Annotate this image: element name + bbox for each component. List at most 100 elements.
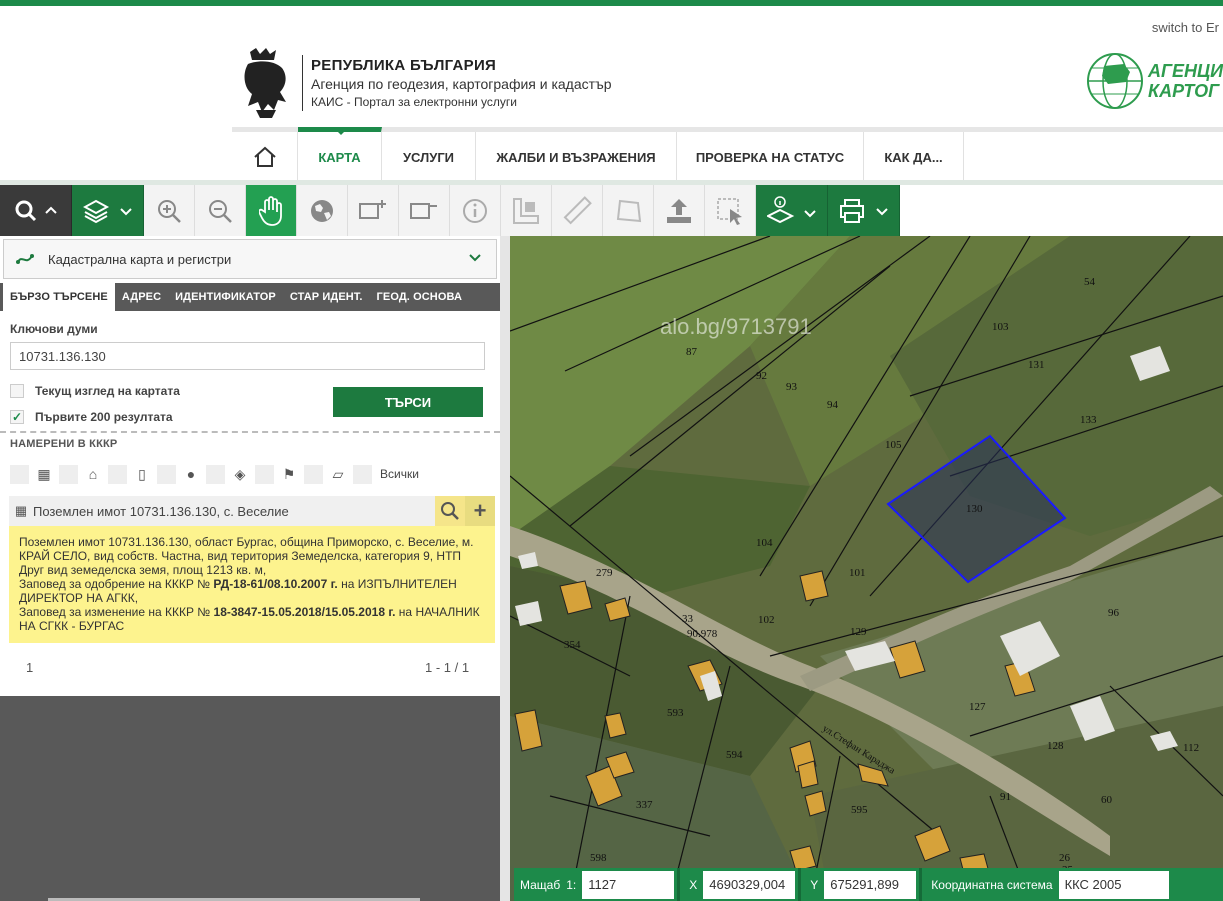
result-header[interactable]: ▦ Поземлен имот 10731.136.130, с. Весели… (9, 496, 495, 526)
result-amendment-order: Заповед за изменение на КККР № 18-3847-1… (19, 605, 480, 633)
zoom-box-in-button[interactable] (348, 185, 399, 236)
search-icon (15, 200, 57, 221)
filter-checkbox-select-all[interactable] (353, 464, 372, 484)
tab-old-identifier[interactable]: СТАР ИДЕНТ. (283, 283, 370, 311)
status-separator (919, 868, 923, 901)
map-label: 595 (851, 804, 868, 816)
layer-dropdown[interactable]: Кадастрална карта и регистри (3, 239, 497, 279)
location-pin-icon: ● (186, 466, 196, 482)
map-label: 60 (1101, 794, 1113, 806)
plus-icon: + (473, 498, 487, 523)
agency-name-line1: АГЕНЦИ (1148, 61, 1223, 81)
first-200-checkbox[interactable]: ✓ (10, 410, 24, 424)
search-button[interactable]: ТЪРСИ (333, 387, 483, 417)
globe-icon (1087, 53, 1143, 109)
current-view-checkbox[interactable] (10, 384, 24, 398)
upload-icon (667, 198, 691, 223)
first-200-option[interactable]: ✓ Първите 200 резултата (10, 410, 173, 424)
map-label: 105 (885, 439, 902, 451)
panel-splitter[interactable] (500, 236, 510, 901)
map-view[interactable]: 87 92 93 94 103 131 133 54 105 130 104 1… (510, 236, 1223, 901)
full-extent-button[interactable] (297, 185, 348, 236)
tab-address[interactable]: АДРЕС (115, 283, 168, 311)
nav-tab-complaints[interactable]: ЖАЛБИ И ВЪЗРАЖЕНИЯ (476, 132, 677, 182)
map-label: 112 (1183, 742, 1199, 754)
nav-tab-status-check[interactable]: ПРОВЕРКА НА СТАТУС (677, 132, 864, 182)
filter-checkbox-points[interactable] (304, 464, 323, 484)
filter-checkbox-units[interactable] (157, 464, 176, 484)
chevron-down-icon (469, 254, 481, 262)
search-tool-button[interactable] (0, 185, 72, 236)
map-label: 90.978 (687, 628, 718, 640)
current-view-label: Текущ изглед на картата (35, 384, 180, 398)
tab-identifier[interactable]: ИДЕНТИФИКАТОР (168, 283, 283, 311)
brand-portal-name: КАИС - Портал за електронни услуги (311, 95, 517, 109)
filter-checkbox-addresses[interactable] (206, 464, 225, 484)
pan-tool-button[interactable] (246, 185, 297, 236)
brand-logo[interactable]: РЕПУБЛИКА БЪЛГАРИЯ Агенция по геодезия, … (236, 46, 612, 120)
switch-language-link[interactable]: switch to Er (1152, 20, 1219, 35)
filter-all-label: Всички (380, 467, 419, 481)
flag-icon: ⚑ (282, 465, 296, 482)
map-label: 128 (1047, 740, 1064, 752)
grid-icon: ▦ (14, 503, 28, 518)
top-accent-line (0, 0, 1223, 6)
print-button[interactable] (828, 185, 900, 236)
info-tool-button[interactable] (450, 185, 501, 236)
map-label: 92 (756, 370, 767, 382)
map-label: 103 (992, 321, 1009, 333)
scale-input[interactable]: 1127 (582, 870, 675, 899)
brand-separator (302, 55, 303, 111)
zoom-to-result-button[interactable] (435, 496, 465, 526)
map-label: 337 (636, 799, 653, 811)
zoom-out-button[interactable] (195, 185, 246, 236)
nav-home[interactable] (232, 132, 298, 182)
measure-distance-button[interactable] (552, 185, 603, 236)
agency-logo[interactable]: АГЕНЦИ КАРТОГ (1086, 52, 1223, 110)
left-panel: Кадастрална карта и регистри БЪРЗО ТЪРСЕ… (0, 236, 500, 901)
search-tabs: БЪРЗО ТЪРСЕНЕ АДРЕС ИДЕНТИФИКАТОР СТАР И… (0, 283, 500, 311)
filter-checkbox-parcels[interactable] (59, 464, 78, 484)
print-icon (839, 198, 888, 223)
layer-info-button[interactable] (756, 185, 828, 236)
polygon-small-icon: ▱ (332, 465, 344, 482)
filter-checkbox-buildings[interactable] (108, 464, 127, 484)
zoom-box-out-button[interactable] (399, 185, 450, 236)
select-box-icon (717, 197, 742, 225)
status-separator (677, 868, 681, 901)
add-result-button[interactable]: + (465, 496, 495, 526)
current-view-option[interactable]: Текущ изглед на картата (10, 384, 180, 398)
brand-title: РЕПУБЛИКА БЪЛГАРИЯ (311, 57, 497, 74)
filter-checkbox-layers[interactable] (255, 464, 274, 484)
zoom-in-button[interactable] (144, 185, 195, 236)
measure-area-button[interactable] (501, 185, 552, 236)
section-divider (0, 431, 500, 433)
scale-prefix: 1: (566, 877, 577, 892)
crs-select[interactable]: ККС 2005 (1058, 870, 1169, 899)
zoom-box-in-icon (359, 199, 386, 219)
nav-tab-services[interactable]: УСЛУГИ (382, 132, 476, 182)
tab-quick-search[interactable]: БЪРЗО ТЪРСЕНЕ (3, 283, 115, 311)
draw-polygon-button[interactable] (603, 185, 654, 236)
crs-label: Координатна система (931, 877, 1053, 892)
tab-geodetic-base[interactable]: ГЕОД. ОСНОВА (370, 283, 469, 311)
layers-tool-button[interactable] (72, 185, 144, 236)
map-label: 94 (827, 399, 839, 411)
page-number[interactable]: 1 (26, 660, 33, 675)
found-section-title: НАМЕРЕНИ В КККР (10, 438, 118, 450)
result-title: Поземлен имот 10731.136.130, с. Веселие (33, 503, 289, 519)
nav-tab-how-to[interactable]: КАК ДА... (864, 132, 964, 182)
map-label: 594 (726, 749, 743, 761)
map-label: 101 (849, 567, 866, 579)
nav-active-indicator (333, 127, 349, 135)
scale-label: Мащаб (520, 877, 561, 892)
select-area-button[interactable] (705, 185, 756, 236)
map-toolbar (0, 185, 900, 236)
filter-checkbox-all-types[interactable] (10, 464, 29, 484)
ruler-area-icon (513, 197, 539, 224)
layers-small-icon: ◈ (234, 465, 246, 482)
upload-button[interactable] (654, 185, 705, 236)
keywords-input[interactable] (10, 342, 485, 370)
globe-extent-icon (311, 199, 333, 222)
nav-tab-map[interactable]: КАРТА (298, 127, 382, 182)
